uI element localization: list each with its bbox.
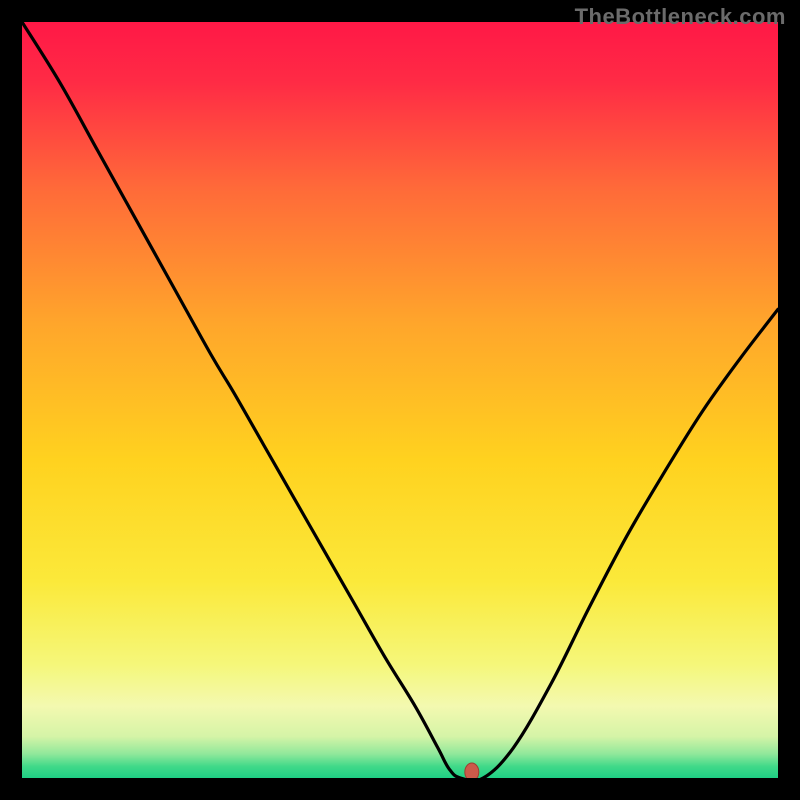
bottleneck-chart: [22, 22, 778, 778]
plot-background: [22, 22, 778, 778]
watermark-text: TheBottleneck.com: [575, 4, 786, 30]
optimum-marker: [465, 763, 479, 778]
chart-frame: TheBottleneck.com: [0, 0, 800, 800]
